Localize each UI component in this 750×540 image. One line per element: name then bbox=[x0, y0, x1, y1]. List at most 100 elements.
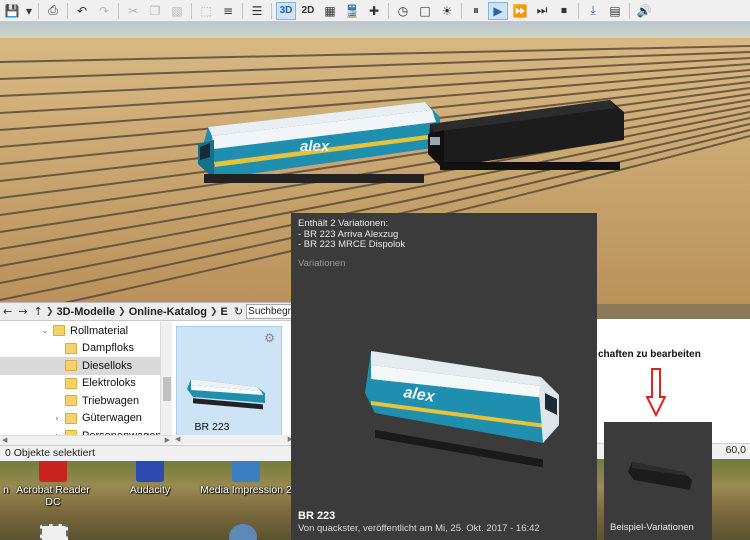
folder-icon bbox=[65, 395, 77, 407]
gear-icon[interactable]: ⚙ bbox=[264, 331, 275, 345]
desktop-icon-label: Audacity bbox=[129, 484, 171, 496]
clock-icon[interactable]: ◷ bbox=[393, 2, 413, 20]
model-browser: ← → ↑ ❯ 3D-Modelle ❯ Online-Katalog ❯ E … bbox=[0, 302, 297, 461]
refresh-icon[interactable]: ↻ bbox=[231, 305, 246, 318]
variation-info: Enthält 2 Variationen: - BR 223 Arriva A… bbox=[298, 218, 406, 251]
model-info-popup: Enthält 2 Variationen: - BR 223 Arriva A… bbox=[291, 213, 597, 540]
tree-item-gueterwagen[interactable]: › Güterwagen bbox=[0, 410, 172, 428]
tree-item-dampfloks[interactable]: Dampfloks bbox=[0, 340, 172, 358]
main-toolbar: 💾 ▾ ⎙ ↶ ↷ ✂ ❐ ▧ ⬚ ≡ ☰ 3D 2D ▦ 🚆 ✚ ◷ □ ☀ … bbox=[0, 0, 750, 22]
undo-icon[interactable]: ↶ bbox=[72, 2, 92, 20]
track-icon[interactable]: ▤ bbox=[605, 2, 625, 20]
tree-hscrollbar[interactable]: ◀ ▶ bbox=[0, 435, 172, 445]
toolbar-separator bbox=[242, 2, 243, 19]
scrollbar-thumb[interactable] bbox=[163, 377, 171, 401]
desktop-icon-bottom[interactable] bbox=[228, 524, 258, 540]
dropdown-icon[interactable]: ▾ bbox=[24, 2, 34, 20]
speaker-icon[interactable]: 🔊 bbox=[634, 2, 654, 20]
toolbar-separator bbox=[629, 2, 630, 19]
tree-item-elektroloks[interactable]: Elektroloks bbox=[0, 375, 172, 393]
tree-item-triebwagen[interactable]: Triebwagen bbox=[0, 392, 172, 410]
calendar-icon[interactable]: □ bbox=[415, 2, 435, 20]
breadcrumb-separator: ❯ bbox=[45, 306, 54, 317]
print-icon[interactable]: ⎙ bbox=[43, 2, 63, 20]
stop-icon[interactable]: ⏹ bbox=[554, 2, 574, 20]
breadcrumb-online-katalog[interactable]: Online-Katalog bbox=[126, 306, 210, 318]
folder-icon bbox=[65, 360, 77, 372]
desktop-icon-label: Media Impression 2 bbox=[200, 484, 292, 496]
tree-item-dieselloks[interactable]: Dieselloks bbox=[0, 357, 172, 375]
variation-line: - BR 223 MRCE Dispolok bbox=[298, 239, 406, 250]
tree-item-label: Güterwagen bbox=[82, 412, 142, 425]
layers-icon[interactable]: ☰ bbox=[247, 2, 267, 20]
save-icon[interactable]: 💾 bbox=[2, 2, 22, 20]
tree-scrollbar[interactable] bbox=[160, 322, 172, 444]
breadcrumb-separator: ❯ bbox=[209, 306, 218, 317]
breadcrumb-separator: ❯ bbox=[118, 306, 126, 317]
pause-icon[interactable]: ⏸ bbox=[466, 2, 486, 20]
variation-label: Beispiel-Variationen bbox=[610, 522, 694, 533]
tree-item-label: Rollmaterial bbox=[70, 324, 129, 337]
back-icon[interactable]: ← bbox=[0, 305, 15, 318]
toolbar-separator bbox=[578, 2, 579, 19]
cut-icon[interactable]: ✂ bbox=[123, 2, 143, 20]
black-loco-thumbnail bbox=[628, 462, 692, 490]
copy-icon[interactable]: ❐ bbox=[145, 2, 165, 20]
fastest-icon[interactable]: ⏭ bbox=[532, 2, 552, 20]
folder-icon bbox=[53, 325, 65, 337]
toolbar-separator bbox=[38, 2, 39, 19]
fast-forward-icon[interactable]: ⏩ bbox=[510, 2, 530, 20]
acrobat-icon bbox=[39, 458, 67, 482]
sun-icon[interactable]: ☀ bbox=[437, 2, 457, 20]
folder-icon bbox=[65, 412, 77, 424]
paste-icon[interactable]: ▧ bbox=[167, 2, 187, 20]
tree-item-label: Dampfloks bbox=[82, 342, 134, 355]
zoom-value: 60,0 bbox=[725, 444, 746, 456]
scroll-left-icon[interactable]: ◀ bbox=[2, 436, 7, 445]
thumbnail-hscrollbar[interactable]: ◀▶ bbox=[172, 435, 296, 444]
align-icon[interactable]: ≡ bbox=[218, 2, 238, 20]
tree-item-label: Triebwagen bbox=[82, 394, 140, 407]
desktop-icon-stamp[interactable] bbox=[40, 524, 68, 540]
svg-text:alex: alex bbox=[300, 138, 330, 155]
desktop-icon-audacity[interactable]: Audacity bbox=[120, 458, 180, 496]
desktop-icon-media-impression[interactable]: Media Impression 2 bbox=[198, 458, 294, 496]
model-title: BR 223 bbox=[298, 510, 336, 522]
crosshair-icon[interactable]: ✚ bbox=[364, 2, 384, 20]
search-input[interactable]: Suchbegriff bbox=[246, 304, 297, 319]
variation-preview-box[interactable]: Beispiel-Variationen bbox=[604, 422, 712, 540]
scroll-left-icon[interactable]: ◀ bbox=[175, 435, 180, 444]
media-impression-icon bbox=[232, 458, 260, 482]
folder-tree: ⌄ Rollmaterial Dampfloks Dieselloks Elek… bbox=[0, 322, 172, 444]
status-bar: 0 Objekte selektiert bbox=[0, 445, 296, 461]
forward-icon[interactable]: → bbox=[15, 305, 30, 318]
up-icon[interactable]: ↑ bbox=[31, 305, 46, 318]
expand-icon[interactable]: ⌄ bbox=[40, 326, 50, 335]
properties-hint: chaften zu bearbeiten bbox=[598, 349, 701, 360]
scroll-right-icon[interactable]: ▶ bbox=[165, 436, 170, 445]
toolbar-separator bbox=[388, 2, 389, 19]
model-tile-br223[interactable]: ⚙ BR 223 bbox=[176, 326, 282, 438]
model-meta: Von quackster, veröffentlicht am Mi, 25.… bbox=[298, 523, 540, 534]
toolbar-separator bbox=[271, 2, 272, 19]
select-icon[interactable]: ⬚ bbox=[196, 2, 216, 20]
redo-icon[interactable]: ↷ bbox=[94, 2, 114, 20]
chevron-right-icon[interactable]: › bbox=[52, 414, 62, 423]
tree-item-rollmaterial[interactable]: ⌄ Rollmaterial bbox=[0, 322, 172, 340]
audacity-icon bbox=[136, 458, 164, 482]
download-icon[interactable]: ⤓ bbox=[583, 2, 603, 20]
variations-section-label: Variationen bbox=[298, 258, 346, 269]
grid-icon[interactable]: ▦ bbox=[320, 2, 340, 20]
breadcrumb-3d-modelle[interactable]: 3D-Modelle bbox=[53, 306, 118, 318]
variation-heading: Enthält 2 Variationen: bbox=[298, 218, 389, 229]
play-icon[interactable]: ▶ bbox=[488, 1, 508, 20]
browser-navbar: ← → ↑ ❯ 3D-Modelle ❯ Online-Katalog ❯ E … bbox=[0, 303, 297, 321]
view-3d-button[interactable]: 3D bbox=[276, 1, 296, 20]
view-2d-button[interactable]: 2D bbox=[298, 2, 318, 20]
train-icon[interactable]: 🚆 bbox=[342, 2, 362, 20]
arrow-down-icon bbox=[646, 368, 666, 417]
breadcrumb-truncated[interactable]: E bbox=[218, 306, 231, 318]
toolbar-separator bbox=[67, 2, 68, 19]
model-tile-label: BR 223 bbox=[194, 421, 230, 433]
desktop-icon-acrobat[interactable]: Acrobat Reader DC bbox=[8, 458, 98, 508]
